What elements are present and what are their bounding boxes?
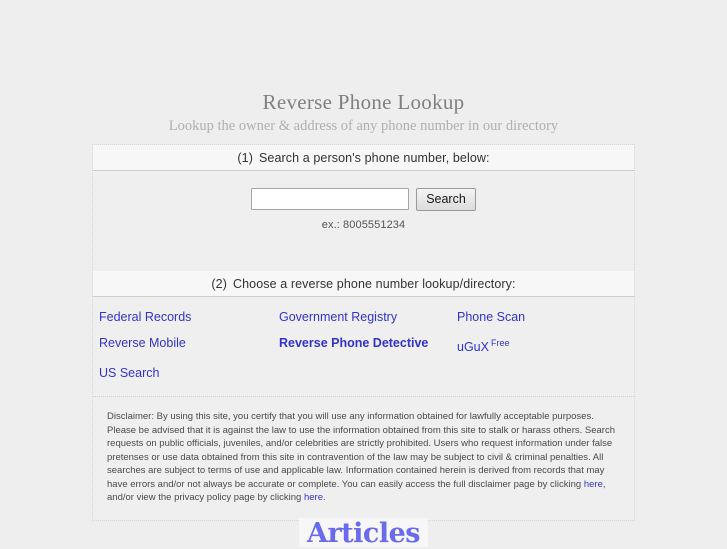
search-example-hint: ex.: 8005551234 <box>321 219 406 231</box>
directory-link-label: Reverse Phone Detective <box>279 336 429 350</box>
phone-number-input[interactable] <box>251 188 410 210</box>
disclaimer-part-3: . <box>322 492 326 504</box>
directory-link[interactable]: Phone Scan <box>457 306 634 328</box>
directory-link[interactable]: uGuX Free <box>457 332 634 358</box>
directory-link-label: Government Registry <box>279 310 398 324</box>
privacy-here-link[interactable]: here <box>304 492 323 503</box>
search-section-heading: (1) Search a person's phone number, below… <box>93 145 634 171</box>
directory-link-label: Phone Scan <box>457 310 526 324</box>
directory-link-label: uGuX <box>457 340 489 355</box>
page-title: Reverse Phone Lookup <box>262 90 465 114</box>
articles-logo-text: Articles <box>307 518 420 549</box>
directory-link-superscript: Free <box>490 338 510 348</box>
directory-link[interactable]: Government Registry <box>279 306 457 328</box>
page-root: Reverse Phone Lookup Lookup the owner & … <box>0 0 727 547</box>
grid-filler <box>279 362 457 384</box>
search-step-number: (1) <box>237 151 253 165</box>
search-area: Search ex.: 8005551234 <box>93 171 634 245</box>
directory-section-heading: (2) Choose a reverse phone number lookup/… <box>93 271 634 297</box>
main-panel: (1) Search a person's phone number, below… <box>92 144 635 521</box>
panel-gap <box>93 245 634 271</box>
directory-link-label: Reverse Mobile <box>99 336 186 350</box>
disclaimer-part-1: Disclaimer: By using this site, you cert… <box>107 411 615 490</box>
page-subtitle: Lookup the owner & address of any phone … <box>168 118 559 134</box>
disclaimer-text: Disclaimer: By using this site, you cert… <box>93 397 634 520</box>
directory-heading-text: Choose a reverse phone number lookup/dir… <box>232 277 516 291</box>
directory-link-label: Federal Records <box>99 310 192 324</box>
disclaimer-here-link[interactable]: here <box>584 479 603 490</box>
directory-link[interactable]: Federal Records <box>99 306 279 328</box>
search-heading-text: Search a person's phone number, below: <box>258 151 490 165</box>
search-button[interactable]: Search <box>416 188 476 211</box>
page-header: Reverse Phone Lookup Lookup the owner & … <box>0 0 727 135</box>
footer-logo-container: Articles <box>0 518 727 547</box>
search-row: Search <box>93 188 634 211</box>
directory-link-label: US Search <box>99 366 160 381</box>
directory-links-grid: Federal Records Government Registry Phon… <box>93 306 634 384</box>
grid-filler <box>457 362 634 384</box>
directory-link[interactable]: Reverse Mobile <box>99 332 279 358</box>
directory-link[interactable]: Reverse Phone Detective <box>279 332 457 358</box>
directory-links-area: Federal Records Government Registry Phon… <box>93 297 634 397</box>
directory-link[interactable]: US Search <box>99 362 279 384</box>
articles-logo[interactable]: Articles <box>299 518 428 547</box>
directory-step-number: (2) <box>211 277 227 291</box>
